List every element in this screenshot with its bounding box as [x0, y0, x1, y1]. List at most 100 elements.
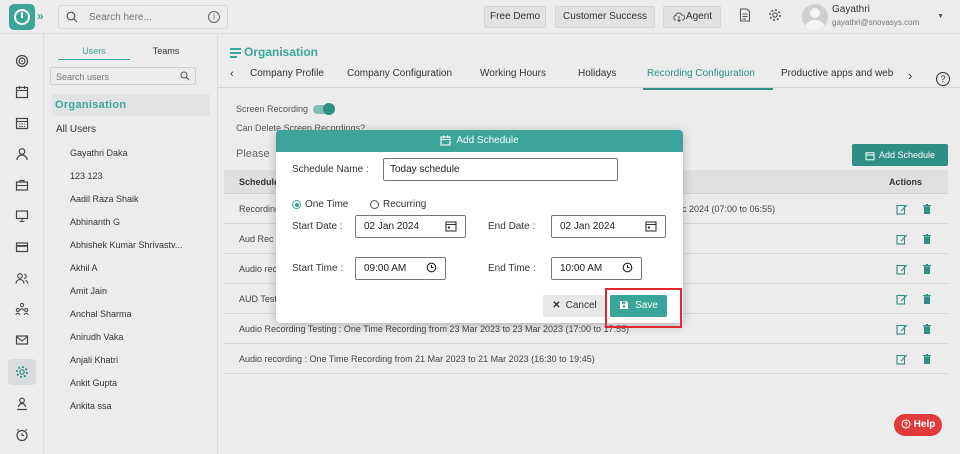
table-cell: Recording [239, 204, 281, 214]
edit-icon[interactable] [896, 263, 908, 275]
list-item[interactable]: Anjali Khatri [70, 355, 210, 378]
info-icon[interactable]: i [208, 11, 220, 23]
tab-productive-apps[interactable]: Productive apps and web [781, 68, 903, 90]
list-item[interactable]: Ankita ssa [70, 401, 210, 411]
table-cell: Audio Recording Testing : One Time Recor… [239, 324, 630, 334]
top-bar: » i Free Demo Customer Success Agent Gay… [0, 0, 960, 34]
list-item[interactable]: Amit Jain [70, 286, 210, 309]
calendar-icon [440, 135, 451, 146]
cancel-label: Cancel [565, 300, 597, 311]
end-date-field[interactable]: 02 Jan 2024 [551, 215, 666, 238]
tab-holidays[interactable]: Holidays [578, 68, 616, 90]
list-item[interactable]: Akhil A [70, 263, 210, 286]
agent-label: Agent [685, 11, 713, 22]
edit-icon[interactable] [896, 233, 908, 245]
save-highlight-box [605, 288, 682, 328]
help-button[interactable]: ? Help [894, 414, 942, 436]
list-item[interactable]: Anchal Sharma [70, 309, 210, 332]
edit-icon[interactable] [896, 203, 908, 215]
search-icon [66, 11, 78, 23]
app-logo[interactable] [9, 4, 35, 30]
calendar-icon[interactable] [645, 220, 657, 232]
svg-text:?: ? [904, 422, 908, 429]
monitor-icon[interactable] [11, 205, 33, 227]
table-cell: c 2024 (07:00 to 06:55) [682, 204, 776, 214]
trash-icon[interactable] [921, 203, 933, 215]
chevron-left-icon[interactable]: ‹ [230, 68, 234, 80]
list-item[interactable]: Aadil Raza Shaik [70, 194, 210, 217]
trash-icon[interactable] [921, 263, 933, 275]
edit-icon[interactable] [896, 353, 908, 365]
help-question-icon[interactable]: ? [936, 72, 950, 86]
free-demo-button[interactable]: Free Demo [484, 6, 546, 28]
trash-icon[interactable] [921, 353, 933, 365]
end-date-value: 02 Jan 2024 [560, 221, 616, 232]
schedule-name-input[interactable] [383, 158, 618, 181]
add-schedule-button[interactable]: Add Schedule [852, 144, 948, 166]
trash-icon[interactable] [921, 233, 933, 245]
clock-icon[interactable] [426, 262, 437, 273]
calendar-icon[interactable] [11, 81, 33, 103]
card-icon[interactable] [11, 236, 33, 258]
recurring-label: Recurring [383, 199, 427, 210]
dialog-title: Add Schedule [456, 135, 519, 146]
clock-icon[interactable] [11, 424, 33, 446]
tab-recording-configuration[interactable]: Recording Configuration [643, 68, 773, 90]
list-item[interactable]: Ankit Gupta [70, 378, 210, 401]
users-panel: Users Teams Organisation All Users Gayat… [44, 34, 218, 454]
trash-icon[interactable] [921, 323, 933, 335]
all-users-item[interactable]: All Users [56, 124, 96, 135]
help-circle-icon: ? [901, 419, 911, 429]
end-time-field[interactable]: 10:00 AM [551, 257, 642, 280]
expand-sidebar-icon[interactable]: » [37, 9, 44, 23]
list-item[interactable]: 123 123 [70, 171, 210, 194]
calendar-grid-icon[interactable] [11, 112, 33, 134]
target-icon[interactable] [11, 50, 33, 72]
left-rail [0, 34, 44, 454]
tab-company-configuration[interactable]: Company Configuration [347, 68, 452, 90]
chevron-down-icon[interactable]: ▼ [937, 13, 944, 20]
global-search-input[interactable] [89, 9, 199, 25]
org-chart-icon[interactable] [11, 298, 33, 320]
list-item[interactable]: Anirudh Vaka [70, 332, 210, 355]
chevron-right-icon[interactable]: › [908, 68, 912, 83]
briefcase-icon[interactable] [11, 174, 33, 196]
search-users-input[interactable] [56, 70, 171, 83]
tab-users[interactable]: Users [58, 42, 130, 60]
agent-button[interactable]: Agent [663, 6, 721, 28]
edit-icon[interactable] [896, 323, 908, 335]
calendar-icon[interactable] [445, 220, 457, 232]
users-teams-tabs: Users Teams [52, 42, 212, 60]
global-search[interactable]: i [58, 5, 228, 29]
tab-company-profile[interactable]: Company Profile [250, 68, 324, 90]
edit-icon[interactable] [896, 293, 908, 305]
cancel-button[interactable]: ✕ Cancel [543, 295, 606, 317]
document-icon[interactable] [736, 8, 754, 26]
user-icon[interactable] [11, 143, 33, 165]
clock-icon[interactable] [622, 262, 633, 273]
trash-icon[interactable] [921, 293, 933, 305]
person-stand-icon[interactable] [11, 393, 33, 415]
settings-gear-icon[interactable] [766, 8, 784, 26]
tab-teams[interactable]: Teams [130, 42, 202, 60]
one-time-radio[interactable] [292, 200, 301, 209]
menu-icon[interactable] [230, 46, 241, 60]
customer-success-button[interactable]: Customer Success [555, 6, 655, 28]
organisation-heading[interactable]: Organisation [52, 94, 210, 116]
list-item[interactable]: Gayathri Daka [70, 148, 210, 171]
start-date-field[interactable]: 02 Jan 2024 [355, 215, 466, 238]
settings-icon[interactable] [8, 359, 36, 385]
start-time-field[interactable]: 09:00 AM [355, 257, 446, 280]
table-row: Audio recording : One Time Recording fro… [224, 344, 948, 374]
list-item[interactable]: Abhinanth G [70, 217, 210, 240]
list-item[interactable]: Abhishek Kumar Shrivastv... [70, 240, 210, 263]
recurring-radio[interactable] [370, 200, 379, 209]
help-label: Help [913, 419, 936, 430]
tab-working-hours[interactable]: Working Hours [480, 68, 546, 90]
screen-recording-toggle[interactable] [313, 103, 335, 115]
avatar[interactable] [802, 4, 828, 30]
mail-icon[interactable] [11, 329, 33, 351]
users-icon[interactable] [11, 267, 33, 289]
search-users[interactable] [50, 67, 196, 85]
search-icon [180, 71, 190, 81]
